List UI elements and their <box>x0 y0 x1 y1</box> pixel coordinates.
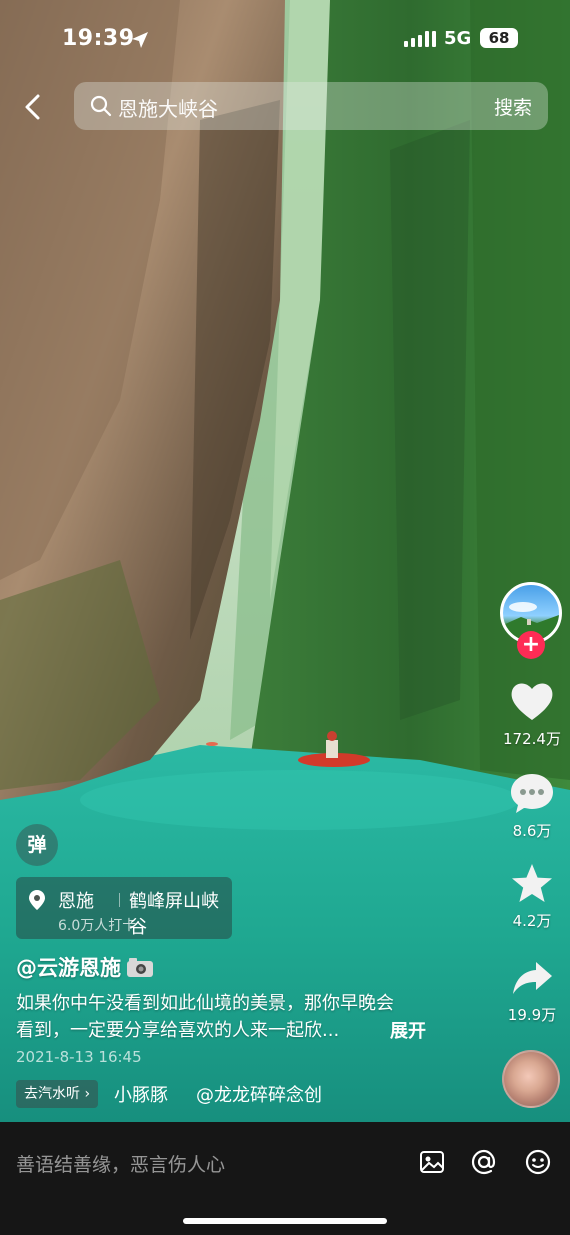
music-disc[interactable] <box>502 1050 560 1108</box>
at-icon[interactable] <box>470 1148 498 1176</box>
music-app-chip[interactable]: 去汽水听 › <box>16 1080 99 1108</box>
mention-tag[interactable]: @龙龙碎碎念创 <box>196 1081 331 1107</box>
poi-divider <box>119 893 120 907</box>
like-button[interactable]: 172.4万 <box>500 680 564 749</box>
share-button[interactable]: 19.9万 <box>500 958 564 1025</box>
star-icon <box>512 864 552 902</box>
home-indicator <box>183 1218 387 1224</box>
expand-caption-button[interactable]: 展开 <box>390 1017 426 1043</box>
signal-icon <box>404 31 436 47</box>
emoji-icon[interactable] <box>524 1148 552 1176</box>
image-icon[interactable] <box>418 1148 446 1176</box>
poi-card[interactable]: 恩施 鹤峰屏山峡谷 6.0万人打卡 <box>16 877 232 939</box>
author-name[interactable]: @云游恩施 <box>16 952 121 982</box>
post-caption[interactable]: 如果你中午没看到如此仙境的美景，那你早晚会 看到，一定要分享给喜欢的人来一起欣.… <box>16 990 436 1044</box>
status-time: 19:39 <box>62 26 135 51</box>
post-date: 2021-8-13 16:45 <box>16 1048 142 1066</box>
search-query: 恩施大峡谷 <box>118 97 218 121</box>
poi-city: 恩施 <box>58 891 94 912</box>
camera-icon <box>127 958 153 977</box>
danmu-toggle-button[interactable]: 弹 <box>16 824 58 866</box>
comment-count: 8.6万 <box>512 822 552 840</box>
comment-input[interactable]: 善语结善缘，恶言伤人心 <box>16 1150 225 1177</box>
comment-icon <box>511 774 553 813</box>
favorite-count: 4.2万 <box>512 912 552 930</box>
comment-button[interactable]: 8.6万 <box>500 772 564 841</box>
pin-icon <box>29 890 45 910</box>
caption-line-2: 看到，一定要分享给喜欢的人来一起欣... <box>16 1020 340 1041</box>
favorite-button[interactable]: 4.2万 <box>500 862 564 931</box>
comment-bar: 善语结善缘，恶言伤人心 <box>0 1122 570 1235</box>
poi-name: 鹤峰屏山峡谷 <box>129 891 219 938</box>
song-tag[interactable]: 小豚豚 <box>114 1081 168 1107</box>
network-type: 5G <box>444 28 472 49</box>
location-arrow-icon <box>132 32 148 48</box>
poi-checkins: 6.0万人打卡 <box>58 918 137 934</box>
share-count: 19.9万 <box>507 1006 557 1024</box>
like-count: 172.4万 <box>503 730 561 748</box>
caption-line-1: 如果你中午没看到如此仙境的美景，那你早晚会 <box>16 993 394 1014</box>
search-icon <box>90 95 112 117</box>
search-button[interactable]: 搜索 <box>494 93 532 120</box>
share-icon <box>513 962 552 994</box>
follow-button[interactable]: + <box>517 631 545 659</box>
battery-indicator: 68 <box>480 28 518 48</box>
status-bar: 19:39 5G 68 <box>0 0 570 74</box>
heart-icon <box>511 683 553 720</box>
search-input[interactable]: 恩施大峡谷 搜索 <box>74 82 548 130</box>
back-icon[interactable] <box>16 90 50 124</box>
